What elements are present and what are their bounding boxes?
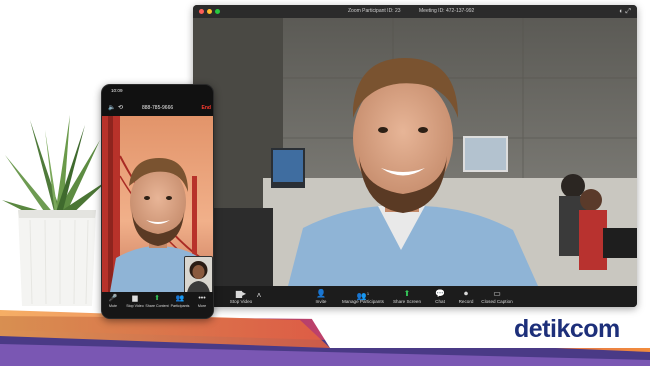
chevron-up-icon: ˄ (256, 291, 262, 300)
meeting-id: Meeting ID: 472-137-992 (419, 8, 475, 14)
window-titlebar: Zoom Participant ID: 23 Meeting ID: 472-… (193, 5, 637, 18)
plant-illustration (0, 110, 110, 310)
phone-meeting-header: 🔈 ⟲ 888-785-9666 End (102, 101, 213, 115)
video-camera-icon: ▆▸ (235, 289, 247, 298)
phone-meeting-id: 888-785-9666 (142, 105, 174, 111)
phone-stop-video-button[interactable]: ▆ Stop Video (126, 295, 144, 308)
speaker-icon[interactable]: 🔈 (108, 104, 115, 111)
invite-icon: 👤 (316, 289, 326, 298)
self-view-thumbnail[interactable] (184, 256, 213, 294)
record-button[interactable]: ⏺ Record (459, 289, 474, 304)
record-icon: ⏺ (464, 289, 468, 298)
meeting-toolbar: ▆▸ Stop Video ˄ 👤 Invite 👥1 Manage Parti… (193, 286, 637, 307)
video-options-chevron[interactable]: ˄ (257, 291, 262, 300)
mute-button[interactable]: 🎤 Mute (109, 295, 118, 308)
participants-icon: 👥 (175, 295, 185, 302)
stop-video-button[interactable]: ▆▸ Stop Video (230, 289, 252, 304)
close-window-button[interactable] (199, 9, 204, 14)
more-icon: ••• (198, 295, 206, 302)
closed-caption-button[interactable]: ▭ Closed Caption (481, 289, 512, 304)
share-content-button[interactable]: ⬆ Share Content (145, 295, 168, 308)
phone-status-bar: 10:09 (102, 85, 213, 95)
detikcom-logo: detikcom (514, 315, 620, 343)
window-title: Zoom Participant ID: 23 (348, 8, 401, 14)
window-controls (199, 9, 220, 14)
phone-participants-button[interactable]: 👥 Participants (171, 295, 190, 308)
minimize-window-button[interactable] (207, 9, 212, 14)
closed-caption-icon: ▭ (493, 289, 501, 298)
desktop-zoom-window: Zoom Participant ID: 23 Meeting ID: 472-… (193, 5, 637, 307)
chat-icon: 💬 (435, 289, 445, 298)
phone-toolbar: 🎤 Mute ▆ Stop Video ⬆ Share Content 👥 Pa… (102, 292, 213, 318)
chat-button[interactable]: 💬 Chat (435, 289, 445, 304)
share-screen-button[interactable]: ⬆ Share Screen (393, 289, 421, 304)
phone-clock: 10:09 (111, 88, 123, 93)
participant-count: 1 (366, 291, 370, 296)
mobile-zoom-app: 10:09 🔈 ⟲ 888-785-9666 End 🎤 Mute ▆ Stop… (101, 84, 214, 319)
maximize-window-button[interactable] (215, 9, 220, 14)
switch-camera-icon[interactable]: ⟲ (118, 104, 123, 111)
share-screen-icon: ⬆ (403, 289, 411, 298)
main-video-feed (193, 18, 637, 286)
invite-button[interactable]: 👤 Invite (316, 289, 327, 304)
participants-icon: 👥1 (356, 291, 370, 301)
manage-participants-button[interactable]: 👥1 Manage Participants (342, 289, 384, 304)
video-camera-icon: ▆ (132, 295, 138, 302)
more-button[interactable]: ••• More (198, 295, 206, 308)
fullscreen-icon[interactable]: ◐ ⤢ (619, 5, 631, 18)
share-content-icon: ⬆ (154, 295, 160, 302)
end-meeting-button[interactable]: End (202, 105, 211, 111)
microphone-icon: 🎤 (108, 295, 118, 302)
